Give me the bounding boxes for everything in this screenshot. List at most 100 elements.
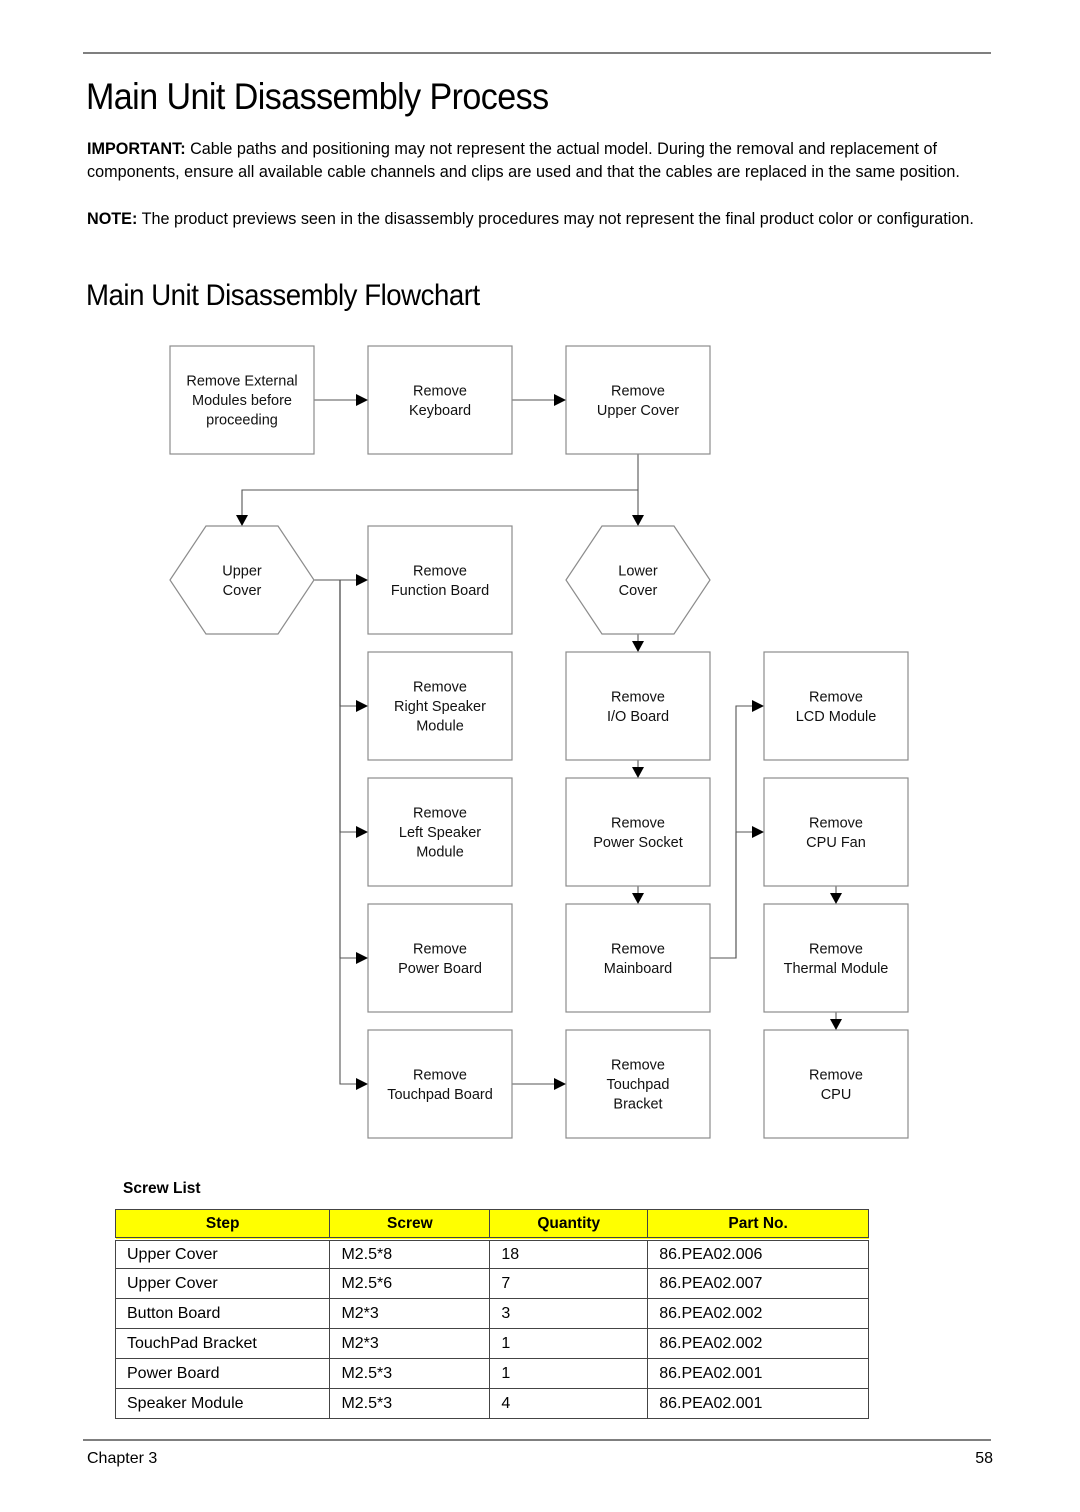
flowchart-node-upper-cover-remove: Remove Upper Cover bbox=[565, 345, 711, 455]
arrowhead-icon bbox=[830, 893, 842, 904]
flowchart-nodes: Remove ExternalModules beforeproceedingR… bbox=[169, 345, 909, 1139]
node-label-line: Cover bbox=[223, 583, 262, 599]
cell-quantity: 3 bbox=[489, 1298, 649, 1329]
node-label-line: Power Socket bbox=[593, 835, 682, 851]
arrowhead-icon bbox=[554, 394, 566, 406]
flowchart-node-mainboard: Remove Mainboard bbox=[565, 903, 711, 1013]
node-label-line: Touchpad Board bbox=[387, 1087, 493, 1103]
box-shape bbox=[565, 345, 711, 455]
node-label-line: Remove bbox=[413, 1067, 467, 1083]
flowchart-node-left-speaker: Remove Left Speaker Module bbox=[367, 777, 513, 887]
box-shape bbox=[763, 777, 909, 887]
screw-list-label: Screw List bbox=[123, 1180, 201, 1197]
flowchart-node-lcd-module: Remove LCD Module bbox=[763, 651, 909, 761]
node-label-line: Touchpad bbox=[607, 1077, 670, 1093]
column-header-screw: Screw bbox=[329, 1209, 491, 1241]
node-label-line: Remove bbox=[413, 806, 467, 822]
box-shape bbox=[367, 345, 513, 455]
node-label-line: Left Speaker bbox=[399, 825, 481, 841]
node-label-line: Thermal Module bbox=[784, 961, 889, 977]
table-row: TouchPad Bracket M2*3 1 86.PEA02.002 bbox=[114, 1328, 869, 1359]
node-label-line: Power Board bbox=[398, 961, 482, 977]
arrowhead-icon bbox=[356, 952, 368, 964]
flowchart-node-touchpad-bracket: Remove Touchpad Bracket bbox=[565, 1029, 711, 1139]
node-label-line: Upper bbox=[222, 563, 262, 579]
flowchart-node-function-board: Remove Function Board bbox=[367, 525, 513, 635]
cell-step: TouchPad Bracket bbox=[114, 1328, 331, 1359]
box-shape bbox=[367, 903, 513, 1013]
cell-quantity: 4 bbox=[489, 1388, 649, 1419]
node-label-line: Remove bbox=[809, 689, 863, 705]
cell-part-no: 86.PEA02.006 bbox=[647, 1238, 869, 1269]
column-header-quantity: Quantity bbox=[489, 1209, 649, 1241]
box-shape bbox=[565, 651, 711, 761]
cell-part-no: 86.PEA02.002 bbox=[647, 1328, 869, 1359]
cell-quantity: 18 bbox=[489, 1238, 649, 1269]
node-label-line: Remove bbox=[611, 383, 665, 399]
screw-list-table: Step Screw Quantity Part No. Upper Cover… bbox=[114, 1209, 869, 1419]
flowchart-node-external: Remove External Modules before proceeding bbox=[169, 345, 315, 455]
node-label-line: Module bbox=[416, 719, 464, 735]
table-header-row: Step Screw Quantity Part No. bbox=[114, 1209, 869, 1241]
cell-quantity: 1 bbox=[489, 1328, 649, 1359]
cell-step: Button Board bbox=[114, 1298, 331, 1329]
flowchart-node-cpu: Remove CPU bbox=[763, 1029, 909, 1139]
node-label-line: LCD Module bbox=[796, 709, 877, 725]
connector-upper-cover-group-to-right-speaker bbox=[314, 579, 368, 707]
arrowhead-icon bbox=[236, 515, 248, 526]
page-number: 58 bbox=[975, 1450, 993, 1467]
arrowhead-icon bbox=[830, 1019, 842, 1030]
cell-screw: M2*3 bbox=[329, 1298, 491, 1329]
node-label-line: Remove bbox=[809, 815, 863, 831]
cell-part-no: 86.PEA02.002 bbox=[647, 1298, 869, 1329]
box-shape bbox=[367, 525, 513, 635]
cell-screw: M2.5*3 bbox=[329, 1358, 491, 1389]
cell-step: Upper Cover bbox=[114, 1238, 331, 1269]
hexagon-shape bbox=[169, 525, 315, 635]
arrowhead-icon bbox=[356, 394, 368, 406]
table-row: Power Board M2.5*3 1 86.PEA02.001 bbox=[114, 1358, 869, 1389]
node-label-line: Remove bbox=[413, 941, 467, 957]
node-label-line: Cover bbox=[619, 583, 658, 599]
table-row: Button Board M2*3 3 86.PEA02.002 bbox=[114, 1298, 869, 1329]
flowchart-node-lower-cover-group: Lower Cover bbox=[565, 525, 711, 635]
flowchart-node-thermal-module: Remove Thermal Module bbox=[763, 903, 909, 1013]
node-label-line: Keyboard bbox=[409, 403, 471, 419]
node-label-line: Remove bbox=[413, 563, 467, 579]
node-label-line: Bracket bbox=[613, 1097, 662, 1113]
node-label-line: Remove External bbox=[186, 374, 297, 390]
node-label-line: Remove bbox=[809, 1067, 863, 1083]
connector-mainboard-to-cpu-fan bbox=[710, 831, 764, 959]
box-shape bbox=[565, 903, 711, 1013]
node-label-line: Right Speaker bbox=[394, 699, 486, 715]
cell-part-no: 86.PEA02.007 bbox=[647, 1268, 869, 1299]
flowchart-node-upper-cover-group: Upper Cover bbox=[169, 525, 315, 635]
table-row: Upper Cover M2.5*8 18 86.PEA02.006 bbox=[114, 1238, 869, 1269]
box-shape bbox=[367, 1029, 513, 1139]
node-label-line: Module bbox=[416, 845, 464, 861]
cell-screw: M2.5*8 bbox=[329, 1238, 491, 1269]
column-header-part-no: Part No. bbox=[647, 1209, 869, 1241]
node-label-line: Remove bbox=[413, 383, 467, 399]
box-shape bbox=[763, 651, 909, 761]
cell-step: Power Board bbox=[114, 1358, 331, 1389]
node-label-line: I/O Board bbox=[607, 709, 669, 725]
node-label-line: proceeding bbox=[206, 413, 278, 429]
arrowhead-icon bbox=[632, 893, 644, 904]
flowchart-node-touchpad-board: Remove Touchpad Board bbox=[367, 1029, 513, 1139]
node-label-line: Remove bbox=[611, 689, 665, 705]
footer-chapter: Chapter 3 bbox=[87, 1450, 158, 1467]
flowchart-node-power-board: Remove Power Board bbox=[367, 903, 513, 1013]
arrowhead-icon bbox=[752, 826, 764, 838]
node-label-line: Function Board bbox=[391, 583, 489, 599]
box-shape bbox=[565, 777, 711, 887]
node-label-line: Remove bbox=[611, 941, 665, 957]
flowchart-node-power-socket: Remove Power Socket bbox=[565, 777, 711, 887]
arrowhead-icon bbox=[356, 826, 368, 838]
flowchart-node-io-board: Remove I/O Board bbox=[565, 651, 711, 761]
disassembly-flowchart: Remove ExternalModules beforeproceedingR… bbox=[169, 345, 909, 1139]
arrowhead-icon bbox=[752, 700, 764, 712]
node-label-line: Lower bbox=[618, 563, 658, 579]
arrowhead-icon bbox=[632, 641, 644, 652]
cell-screw: M2.5*6 bbox=[329, 1268, 491, 1299]
